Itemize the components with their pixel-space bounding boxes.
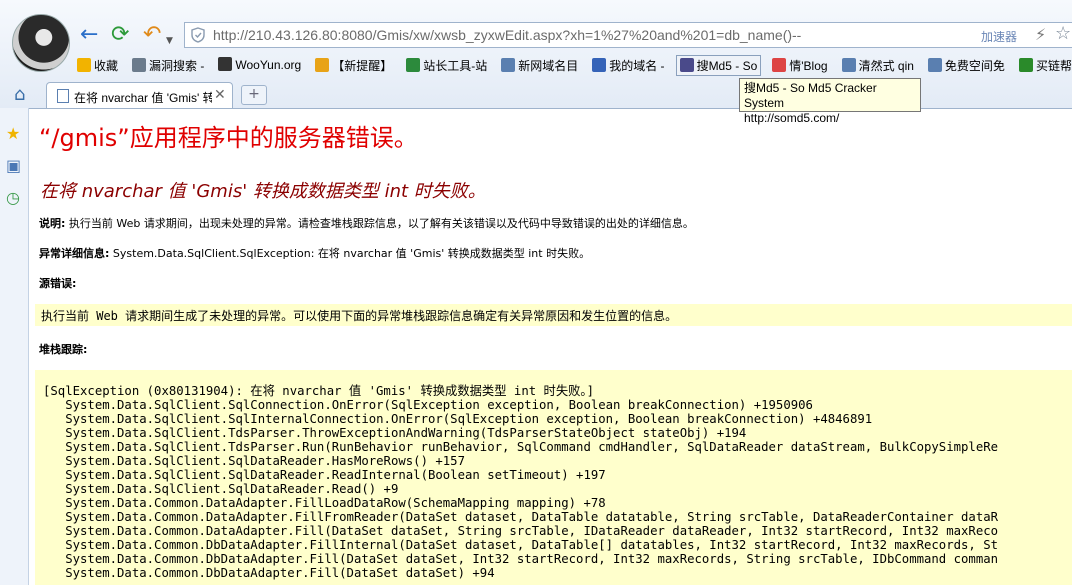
bookmark-item[interactable]: 我的域名 -: [589, 55, 667, 76]
home-icon[interactable]: ⌂: [14, 84, 25, 105]
bell-icon: [315, 58, 330, 72]
bookmark-label: 【新提醒】: [332, 59, 393, 73]
bookmark-label: 情'Blog: [789, 59, 828, 73]
bookmark-label: 收藏: [94, 59, 119, 73]
bookmark-label: 漏洞搜索 -: [149, 59, 205, 73]
stack-trace-line: System.Data.SqlClient.TdsParser.ThrowExc…: [43, 426, 747, 440]
bookmark-label: WooYun.org: [235, 58, 302, 72]
bookmark-label: 买链帮: [1035, 59, 1072, 73]
favorite-star-icon[interactable]: ☆: [1055, 23, 1071, 44]
stack-trace-line: System.Data.SqlClient.SqlConnection.OnEr…: [43, 398, 813, 412]
description-label: 说明:: [39, 217, 66, 230]
back-arrow-icon[interactable]: ←: [80, 24, 98, 46]
stack-trace-line: System.Data.SqlClient.TdsParser.Run(RunB…: [43, 440, 999, 454]
source-error-label: 源错误:: [39, 277, 77, 290]
bookmark-item[interactable]: 【新提醒】: [312, 55, 395, 76]
refresh-icon[interactable]: ⟳: [111, 24, 129, 46]
bookmark-tooltip: 搜Md5 - So Md5 Cracker System http://somd…: [739, 78, 921, 125]
bookmark-item[interactable]: 搜Md5 - So: [675, 55, 762, 76]
stack-trace-line: System.Data.Common.DataAdapter.FillLoadD…: [43, 496, 606, 510]
bug-icon: [132, 58, 147, 72]
description-row: 说明: 执行当前 Web 请求期间，出现未处理的异常。请检查堆栈跟踪信息，以了解…: [39, 215, 694, 231]
exception-text: System.Data.SqlClient.SqlException: 在将 n…: [112, 247, 591, 260]
stack-trace-label: 堆栈跟踪:: [39, 343, 88, 356]
stack-trace-line: System.Data.SqlClient.SqlDataReader.Read…: [43, 482, 399, 496]
bookmark-item[interactable]: 新网域名目: [498, 55, 581, 76]
stack-trace-line: [SqlException (0x80131904): 在将 nvarchar …: [43, 384, 594, 398]
tab-active[interactable]: 在将 nvarchar 值 'Gmis' 转 ✕: [46, 82, 233, 108]
stack-trace-line: System.Data.Common.DbDataAdapter.FillInt…: [43, 538, 999, 552]
doc-icon: [501, 58, 516, 72]
favorites-star-icon[interactable]: ★: [6, 124, 20, 143]
lightning-icon[interactable]: ⚡: [1035, 25, 1046, 44]
bookmark-item[interactable]: WooYun.org: [215, 55, 304, 74]
stack-trace-box: [SqlException (0x80131904): 在将 nvarchar …: [35, 370, 1072, 585]
exception-label: 异常详细信息:: [39, 247, 110, 260]
webmaster-icon: [406, 58, 421, 72]
stack-trace-line: System.Data.Common.DbDataAdapter.Fill(Da…: [43, 552, 999, 566]
url-text[interactable]: http://210.43.126.80:8080/Gmis/xw/xwsb_z…: [213, 27, 801, 43]
tooltip-url: http://somd5.com/: [744, 111, 840, 125]
doc-icon: [927, 58, 942, 72]
error-subtitle: 在将 nvarchar 值 'Gmis' 转换成数据类型 int 时失败。: [40, 181, 486, 202]
blog-icon: [772, 58, 787, 72]
bookmark-label: 搜Md5 - So: [696, 59, 758, 73]
sidebar: ★ ▣ ◷: [0, 108, 29, 585]
history-clock-icon[interactable]: ◷: [6, 188, 20, 207]
bookmark-label: 站长工具-站: [423, 59, 488, 73]
bookmark-label: 我的域名 -: [609, 59, 665, 73]
bookmarks-bar: 收藏 漏洞搜索 - WooYun.org 【新提醒】 站长工具-站 新网域名目 我的域名 -…: [74, 55, 1072, 77]
wooyun-icon: [218, 57, 233, 71]
undo-dropdown-icon[interactable]: ▼: [166, 30, 173, 52]
page-content: “/gmis”应用程序中的服务器错误。 在将 nvarchar 值 'Gmis'…: [29, 108, 1072, 585]
stack-trace-line: System.Data.SqlClient.SqlDataReader.Read…: [43, 468, 606, 482]
shield-icon: [191, 27, 205, 43]
bookmark-label: 清然式 qin: [858, 59, 914, 73]
accelerator-button[interactable]: 加速器: [981, 28, 1017, 45]
bookmark-label: 新网域名目: [518, 59, 579, 73]
stack-trace-code: [SqlException (0x80131904): 在将 nvarchar …: [43, 384, 998, 580]
bookmark-item[interactable]: 清然式 qin: [839, 55, 917, 76]
bookmark-item[interactable]: 站长工具-站: [403, 55, 490, 76]
bookmark-item[interactable]: 收藏: [74, 55, 121, 76]
tab-title: 在将 nvarchar 值 'Gmis' 转: [74, 91, 212, 105]
tooltip-title: 搜Md5 - So Md5 Cracker System: [744, 81, 877, 110]
bookmark-item[interactable]: 漏洞搜索 -: [129, 55, 207, 76]
link-icon: [1018, 58, 1033, 72]
doc-icon: [841, 58, 856, 72]
exception-row: 异常详细信息: System.Data.SqlClient.SqlExcepti…: [39, 245, 590, 261]
page-icon: [57, 89, 69, 103]
bookmark-item[interactable]: 买链帮: [1016, 55, 1072, 76]
bookmark-item[interactable]: 免费空间免: [925, 55, 1008, 76]
new-tab-button[interactable]: +: [241, 85, 267, 105]
domain-icon: [592, 58, 607, 72]
md5-icon: [679, 58, 694, 72]
reading-list-icon[interactable]: ▣: [6, 156, 21, 175]
stack-trace-line: System.Data.SqlClient.SqlInternalConnect…: [43, 412, 873, 426]
undo-icon[interactable]: ↶: [143, 24, 161, 46]
user-avatar[interactable]: [12, 14, 70, 72]
stack-trace-line: System.Data.Common.DbDataAdapter.Fill(Da…: [43, 566, 495, 580]
address-bar[interactable]: http://210.43.126.80:8080/Gmis/xw/xwsb_z…: [184, 22, 1072, 48]
stack-trace-line: System.Data.Common.DataAdapter.Fill(Data…: [43, 524, 999, 538]
star-icon: [77, 58, 91, 72]
stack-trace-line: System.Data.Common.DataAdapter.FillFromR…: [43, 510, 999, 524]
description-text: 执行当前 Web 请求期间，出现未处理的异常。请检查堆栈跟踪信息，以了解有关该错…: [68, 217, 694, 230]
stack-trace-line: System.Data.SqlClient.SqlDataReader.HasM…: [43, 454, 465, 468]
close-tab-icon[interactable]: ✕: [214, 86, 226, 103]
bookmark-label: 免费空间免: [944, 59, 1005, 73]
source-error-box: 执行当前 Web 请求期间生成了未处理的异常。可以使用下面的异常堆栈跟踪信息确定…: [35, 304, 1072, 326]
bookmark-item[interactable]: 情'Blog: [769, 55, 830, 76]
page-title: “/gmis”应用程序中的服务器错误。: [39, 124, 418, 152]
